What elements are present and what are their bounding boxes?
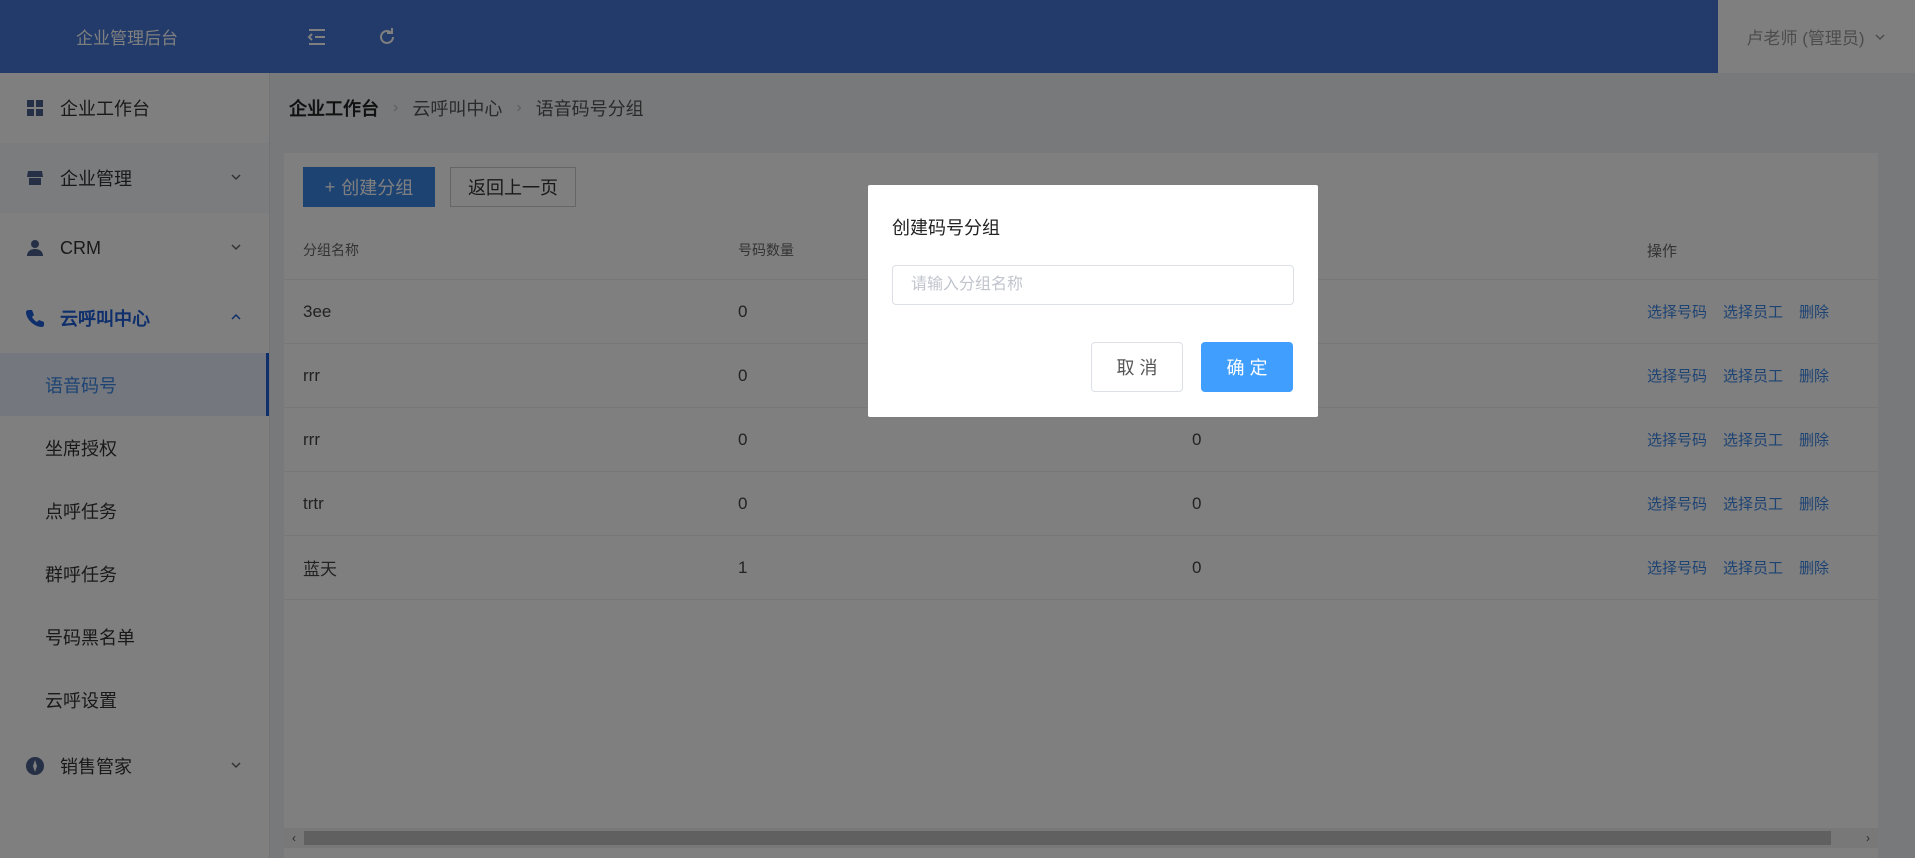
confirm-button[interactable]: 确 定 bbox=[1201, 342, 1293, 392]
modal-overlay[interactable] bbox=[0, 0, 1915, 858]
cancel-button[interactable]: 取 消 bbox=[1091, 342, 1183, 392]
create-group-dialog: 创建码号分组 取 消 确 定 bbox=[868, 185, 1318, 417]
dialog-title: 创建码号分组 bbox=[892, 218, 1000, 238]
group-name-input[interactable] bbox=[892, 265, 1294, 305]
